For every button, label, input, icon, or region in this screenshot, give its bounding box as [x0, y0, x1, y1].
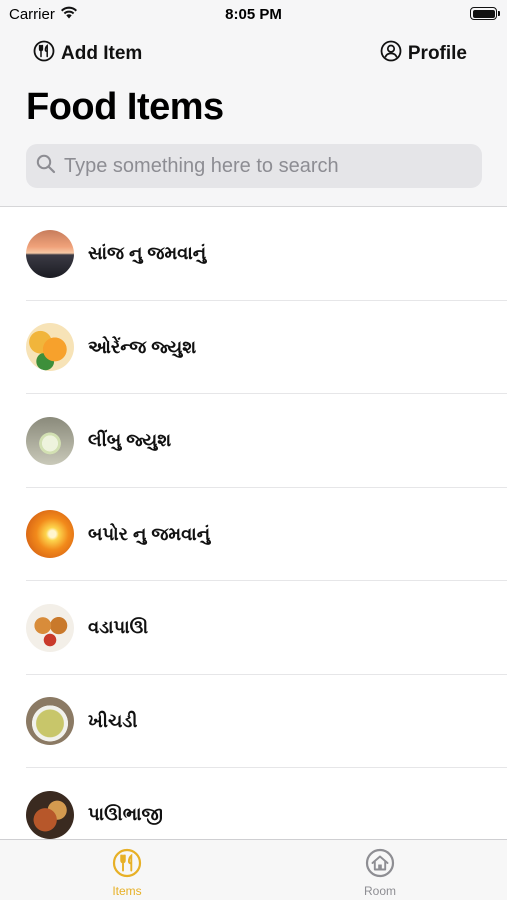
search-bar[interactable] [26, 144, 482, 188]
food-thumbnail [26, 510, 74, 559]
profile-button[interactable]: Profile [380, 40, 467, 68]
profile-label: Profile [407, 43, 467, 64]
tab-items[interactable]: Items [82, 848, 172, 898]
status-bar: Carrier 8:05 PM [0, 0, 507, 28]
list-item[interactable]: પાઊભાજી [0, 768, 507, 839]
list-item[interactable]: લીંબુ જ્યુશ [0, 394, 507, 488]
list-item[interactable]: ખીચડી [0, 675, 507, 769]
food-thumbnail [26, 416, 74, 465]
search-icon [36, 154, 56, 179]
add-item-button[interactable]: Add Item [33, 40, 142, 68]
list-item[interactable]: ઓરેંન્જ જ્યુશ [0, 301, 507, 395]
food-thumbnail [26, 603, 74, 652]
food-items-list[interactable]: સાંજ નુ જમવાનું ઓરેંન્જ જ્યુશ લીંબુ જ્યુ… [0, 207, 507, 839]
nav-bar: Add Item Profile [0, 36, 507, 70]
food-item-label: લીંબુ જ્યુશ [88, 430, 172, 451]
list-item[interactable]: બપોર નુ જમવાનું [0, 488, 507, 582]
house-circle-icon [365, 848, 395, 881]
food-item-label: ખીચડી [88, 710, 138, 731]
list-item[interactable]: સાંજ નુ જમવાનું [0, 207, 507, 301]
food-thumbnail [26, 229, 74, 278]
status-time: 8:05 PM [225, 6, 282, 23]
tab-room-label: Room [363, 884, 396, 898]
search-input[interactable] [64, 154, 464, 178]
battery-icon [470, 7, 500, 20]
person-circle-icon [380, 40, 402, 68]
food-thumbnail [26, 323, 74, 372]
fork-knife-circle-icon [33, 40, 55, 68]
food-item-label: સાંજ નુ જમવાનું [88, 243, 207, 264]
fork-knife-circle-icon [112, 848, 142, 881]
tab-items-label: Items [112, 884, 142, 898]
food-item-label: બપોર નુ જમવાનું [88, 523, 211, 544]
add-item-label: Add Item [61, 43, 143, 64]
page-title: Food Items [26, 86, 224, 128]
tab-room[interactable]: Room [335, 848, 425, 898]
food-item-label: પાઊભાજી [88, 804, 163, 825]
food-item-label: ઓરેંન્જ જ્યુશ [88, 336, 197, 357]
tab-bar: Items Room [0, 839, 507, 900]
food-thumbnail [26, 697, 74, 746]
food-item-label: વડાપાઊ [88, 617, 149, 638]
list-item[interactable]: વડાપાઊ [0, 581, 507, 675]
food-thumbnail [26, 790, 74, 839]
